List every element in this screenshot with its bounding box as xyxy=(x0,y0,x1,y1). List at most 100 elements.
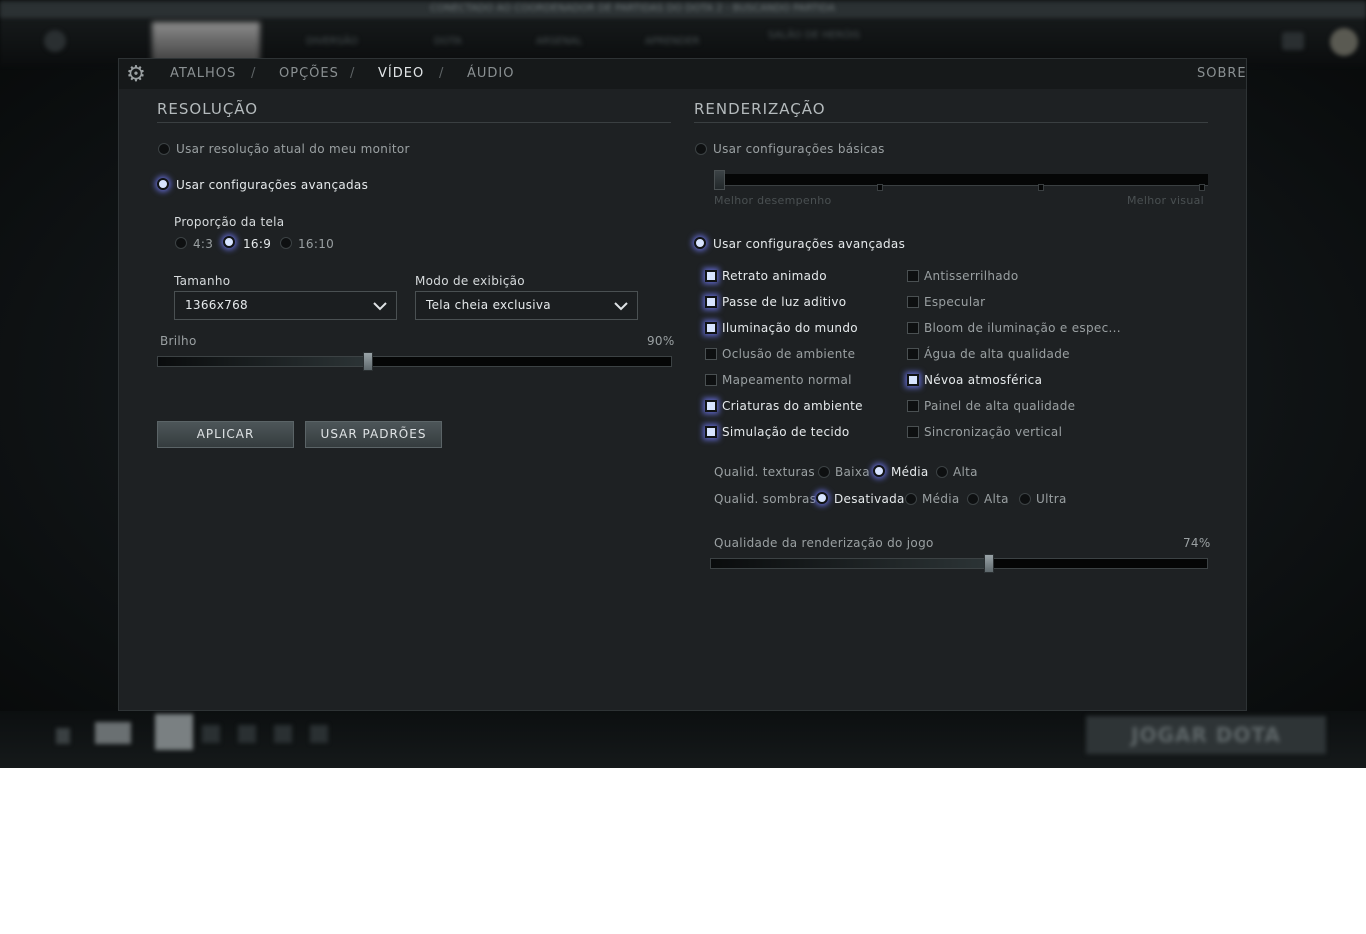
brightness-slider[interactable] xyxy=(157,356,672,367)
aspect-16-9-label[interactable]: 16:9 xyxy=(243,237,271,251)
chevron-down-icon xyxy=(373,302,387,311)
shadow-off-radio[interactable] xyxy=(816,492,828,504)
texture-low-label[interactable]: Baixa xyxy=(835,465,870,479)
shadow-high-radio[interactable] xyxy=(967,493,979,505)
render-option-right-checkbox[interactable] xyxy=(907,296,919,308)
use-advanced-resolution-label[interactable]: Usar configurações avançadas xyxy=(176,178,368,192)
render-option-left-label[interactable]: Mapeamento normal xyxy=(722,373,852,387)
basic-quality-slider[interactable] xyxy=(715,174,1208,186)
about-link[interactable]: SOBRE xyxy=(1197,66,1247,81)
texture-low-radio[interactable] xyxy=(818,466,830,478)
render-option-left-label[interactable]: Simulação de tecido xyxy=(722,425,850,439)
render-option-left-checkbox[interactable] xyxy=(705,400,717,412)
tab-shortcuts[interactable]: ATALHOS xyxy=(170,66,236,81)
background-menu-item: SALÃO DE HERÓIS xyxy=(768,30,861,41)
background-bottom-icon xyxy=(56,728,70,744)
render-quality-slider[interactable] xyxy=(710,558,1208,569)
background-menu-item: ARSENAL xyxy=(536,36,583,47)
texture-medium-label[interactable]: Média xyxy=(891,465,929,479)
use-monitor-resolution-radio[interactable] xyxy=(158,143,170,155)
play-dota-button: JOGAR DOTA xyxy=(1086,716,1326,754)
render-option-left-checkbox[interactable] xyxy=(705,322,717,334)
render-quality-value: 74% xyxy=(1183,536,1211,550)
render-option-left-checkbox[interactable] xyxy=(705,426,717,438)
render-option-left-label[interactable]: Oclusão de ambiente xyxy=(722,347,855,361)
resolution-title: RESOLUÇÃO xyxy=(157,100,259,118)
use-defaults-button[interactable]: USAR PADRÕES xyxy=(305,421,442,448)
shadow-off-label[interactable]: Desativada xyxy=(834,492,905,506)
render-option-right-label[interactable]: Água de alta qualidade xyxy=(924,347,1070,361)
render-quality-slider-handle[interactable] xyxy=(983,554,994,573)
texture-medium-radio[interactable] xyxy=(873,465,885,477)
background-ticker: CONECTADO AO COORDENADOR DE PARTIDAS DO … xyxy=(430,3,836,14)
basic-quality-tick xyxy=(1199,184,1205,191)
render-option-right-label[interactable]: Especular xyxy=(924,295,985,309)
render-option-left-checkbox[interactable] xyxy=(705,270,717,282)
size-label: Tamanho xyxy=(174,274,231,288)
render-option-right-checkbox[interactable] xyxy=(907,322,919,334)
shadow-medium-label[interactable]: Média xyxy=(922,492,960,506)
use-basic-rendering-radio[interactable] xyxy=(695,143,707,155)
display-mode-label: Modo de exibição xyxy=(415,274,525,288)
apply-button[interactable]: APLICAR xyxy=(157,421,294,448)
render-option-right-checkbox[interactable] xyxy=(907,348,919,360)
best-visual-label: Melhor visual xyxy=(1127,194,1205,207)
aspect-ratio-label: Proporção da tela xyxy=(174,215,285,229)
tab-video[interactable]: VÍDEO xyxy=(378,66,424,81)
render-option-left-label[interactable]: Retrato animado xyxy=(722,269,827,283)
display-mode-dropdown[interactable]: Tela cheia exclusiva xyxy=(415,291,638,320)
background-bottom-icon xyxy=(274,725,292,743)
render-option-right-checkbox[interactable] xyxy=(907,374,919,386)
render-option-left-checkbox[interactable] xyxy=(705,348,717,360)
aspect-16-9-radio[interactable] xyxy=(223,236,235,248)
shadow-ultra-label[interactable]: Ultra xyxy=(1036,492,1067,506)
tab-audio[interactable]: ÁUDIO xyxy=(467,66,515,81)
render-option-left-label[interactable]: Passe de luz aditivo xyxy=(722,295,846,309)
best-performance-label: Melhor desempenho xyxy=(714,194,832,207)
tab-separator: / xyxy=(251,66,256,81)
background-bottom-icon xyxy=(202,725,220,743)
resolution-divider xyxy=(157,122,671,123)
shadow-medium-radio[interactable] xyxy=(905,493,917,505)
rendering-divider xyxy=(694,122,1208,123)
gear-icon[interactable]: ⚙ xyxy=(123,62,149,88)
render-option-right-checkbox[interactable] xyxy=(907,270,919,282)
basic-quality-slider-handle[interactable] xyxy=(714,170,725,190)
tab-separator: / xyxy=(439,66,444,81)
chevron-down-icon xyxy=(614,302,628,311)
render-option-left-checkbox[interactable] xyxy=(705,296,717,308)
texture-high-radio[interactable] xyxy=(936,466,948,478)
render-option-right-label[interactable]: Bloom de iluminação e espec... xyxy=(924,321,1121,335)
aspect-16-10-label[interactable]: 16:10 xyxy=(298,237,334,251)
background-chat-icon xyxy=(1282,32,1304,50)
shadow-high-label[interactable]: Alta xyxy=(984,492,1009,506)
use-advanced-resolution-radio[interactable] xyxy=(157,178,169,190)
brightness-slider-fill xyxy=(158,357,369,366)
render-option-right-checkbox[interactable] xyxy=(907,400,919,412)
basic-quality-tick xyxy=(1038,184,1044,191)
render-option-left-checkbox[interactable] xyxy=(705,374,717,386)
use-monitor-resolution-label[interactable]: Usar resolução atual do meu monitor xyxy=(176,142,410,156)
background-bottom-icon xyxy=(95,722,131,744)
render-option-right-label[interactable]: Névoa atmosférica xyxy=(924,373,1042,387)
aspect-16-10-radio[interactable] xyxy=(280,237,292,249)
aspect-4-3-label[interactable]: 4:3 xyxy=(193,237,213,251)
render-option-right-label[interactable]: Painel de alta qualidade xyxy=(924,399,1075,413)
background-bottom-icon xyxy=(310,725,328,743)
use-basic-rendering-label[interactable]: Usar configurações básicas xyxy=(713,142,885,156)
render-quality-slider-fill xyxy=(711,559,989,568)
shadow-ultra-radio[interactable] xyxy=(1019,493,1031,505)
tab-options[interactable]: OPÇÕES xyxy=(279,66,339,81)
rendering-title: RENDERIZAÇÃO xyxy=(694,100,826,118)
use-advanced-rendering-radio[interactable] xyxy=(694,237,706,249)
size-dropdown[interactable]: 1366x768 xyxy=(174,291,397,320)
use-advanced-rendering-label[interactable]: Usar configurações avançadas xyxy=(713,237,905,251)
texture-high-label[interactable]: Alta xyxy=(953,465,978,479)
render-option-left-label[interactable]: Iluminação do mundo xyxy=(722,321,858,335)
render-option-left-label[interactable]: Criaturas do ambiente xyxy=(722,399,863,413)
render-option-right-label[interactable]: Antisserrilhado xyxy=(924,269,1018,283)
aspect-4-3-radio[interactable] xyxy=(175,237,187,249)
render-option-right-checkbox[interactable] xyxy=(907,426,919,438)
brightness-slider-handle[interactable] xyxy=(363,352,374,371)
render-option-right-label[interactable]: Sincronização vertical xyxy=(924,425,1062,439)
